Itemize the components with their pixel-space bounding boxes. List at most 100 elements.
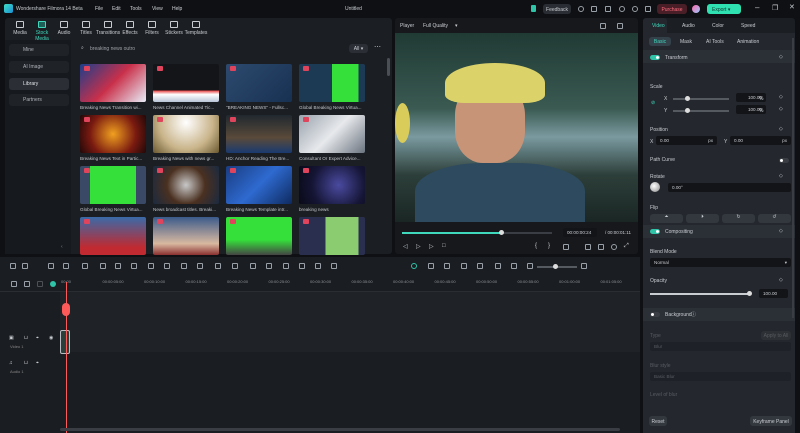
search-input[interactable]: breaking news outro (90, 46, 135, 52)
position-y-input[interactable]: 0.00 px (730, 136, 791, 145)
headset-icon[interactable] (632, 6, 638, 12)
menu-edit[interactable]: Edit (112, 6, 121, 12)
help-icon[interactable]: ⓘ (691, 311, 696, 318)
link-track-icon[interactable] (24, 281, 30, 287)
playhead-handle[interactable] (62, 303, 70, 316)
restore-icon[interactable]: ❐ (772, 4, 778, 12)
track-eye-icon[interactable]: ◉ (49, 335, 53, 341)
flip-horizontal-button[interactable]: ⏵ (686, 214, 719, 223)
speed-icon[interactable] (164, 263, 170, 269)
color-icon[interactable] (181, 263, 187, 269)
media-item[interactable]: "BREAKING NEWS" - Fullsc... (226, 64, 292, 110)
export-button[interactable]: Export ▾ (707, 4, 741, 14)
group-icon[interactable] (299, 263, 305, 269)
rotate-ccw-button[interactable]: ↺ (758, 214, 791, 223)
rotate-keyframe-icon[interactable]: ◇ (779, 173, 783, 179)
tab-templates[interactable]: Templates (183, 21, 209, 36)
layout-icon[interactable] (591, 6, 597, 12)
replace-icon[interactable] (477, 263, 483, 269)
scale-y-keyframe-icon[interactable]: ◇ (779, 106, 783, 112)
silence-icon[interactable] (428, 263, 434, 269)
quality-dropdown[interactable]: Full Quality ▾ (423, 23, 457, 29)
track-hide-icon[interactable]: ⌖ (36, 335, 39, 341)
undo-icon[interactable] (48, 263, 54, 269)
media-item[interactable]: HD: Anchor Reading The Bre... (226, 115, 292, 161)
status-icon[interactable] (578, 6, 584, 12)
track-lock-icon[interactable]: ⊔ (24, 335, 28, 341)
text-icon[interactable] (131, 263, 137, 269)
media-item[interactable]: Global Breaking News Virtua... (80, 166, 146, 212)
media-item[interactable]: Breaking News Text in Partic... (80, 115, 146, 161)
tab-video[interactable]: Video (652, 23, 665, 29)
purchase-button[interactable]: Purchase (657, 4, 687, 14)
media-item[interactable]: Breaking News Transition wi... (80, 64, 146, 110)
link-scale-icon[interactable]: ⊘ (651, 100, 655, 106)
avatar[interactable] (692, 5, 700, 13)
cloud-icon[interactable] (619, 6, 625, 12)
media-item[interactable]: Consultant Or Expert Advice... (299, 115, 365, 161)
voiceover-icon[interactable] (461, 263, 467, 269)
media-item[interactable]: News broadcast titles. Breaki... (153, 166, 219, 212)
prev-frame-icon[interactable]: ◁ (403, 243, 408, 250)
transform-keyframe-icon[interactable]: ◇ (779, 54, 783, 60)
position-keyframe-icon[interactable]: ◇ (779, 126, 783, 132)
media-item[interactable]: Breaking News Template intr... (226, 166, 292, 212)
subtab-mask[interactable]: Mask (680, 39, 692, 45)
audio-stretch-icon[interactable] (266, 263, 272, 269)
media-item[interactable]: Breaking News with news gr... (153, 115, 219, 161)
audio-icon[interactable] (611, 244, 617, 250)
sidebar-item-library[interactable]: Library (9, 78, 69, 90)
menu-help[interactable]: Help (172, 6, 182, 12)
audio-lock-icon[interactable]: ⊔ (24, 360, 28, 366)
media-item[interactable] (80, 217, 146, 255)
zoom-slider[interactable] (537, 264, 577, 269)
video-clip[interactable] (60, 330, 70, 354)
snap-icon[interactable] (37, 281, 43, 287)
play-icon[interactable]: ▷ (429, 243, 434, 250)
more-options-icon[interactable]: ⋯ (374, 43, 381, 51)
subtab-animation[interactable]: Animation (737, 39, 759, 45)
zoom-out-icon[interactable] (511, 263, 517, 269)
opacity-slider[interactable] (650, 291, 752, 296)
blend-mode-dropdown[interactable]: Normal ▾ (650, 258, 791, 267)
gift-icon[interactable] (531, 5, 536, 12)
compare-view-icon[interactable] (600, 23, 606, 29)
scale-y-slider[interactable] (673, 108, 729, 113)
camera-icon[interactable] (598, 244, 604, 250)
motion-icon[interactable] (215, 263, 221, 269)
play-back-icon[interactable]: ▷ (416, 243, 421, 250)
media-item[interactable] (299, 217, 365, 255)
sidebar-item-ai-image[interactable]: AI Image (9, 61, 69, 73)
opacity-input[interactable]: 100.00 (759, 289, 788, 298)
compositing-keyframe-icon[interactable]: ◇ (779, 228, 783, 234)
collapse-sidebar-icon[interactable]: ‹ (61, 244, 63, 250)
mark-in-icon[interactable]: { (535, 243, 537, 249)
timeline-scrollbar[interactable] (60, 428, 620, 431)
playback-progress[interactable] (402, 230, 552, 235)
menu-view[interactable]: View (152, 6, 163, 12)
tab-audio[interactable]: Audio (682, 23, 695, 29)
rotate-input[interactable]: 0.00° (668, 183, 791, 192)
blur-style-dropdown[interactable]: Basic Blur (650, 372, 791, 381)
opacity-keyframe-icon[interactable]: ◇ (779, 277, 783, 283)
layout-icon[interactable] (10, 263, 16, 269)
media-scrollbar[interactable] (387, 58, 390, 76)
stop-icon[interactable]: □ (442, 243, 446, 249)
insert-icon[interactable] (563, 244, 569, 250)
fit-icon[interactable] (250, 263, 256, 269)
subtab-basic[interactable]: Basic (649, 37, 671, 46)
redo-icon[interactable] (63, 263, 69, 269)
mark-out-icon[interactable]: } (548, 243, 550, 249)
beat-icon[interactable] (331, 263, 337, 269)
filter-dropdown[interactable]: All ▾ (349, 44, 368, 53)
cut-icon[interactable] (100, 263, 106, 269)
rotate-cw-button[interactable]: ↻ (722, 214, 755, 223)
snapshot-view-icon[interactable] (617, 23, 623, 29)
sidebar-item-partners[interactable]: Partners (9, 94, 69, 106)
search-bar[interactable]: ⌕ breaking news outro (78, 43, 358, 54)
mask-icon[interactable] (148, 263, 154, 269)
minimize-icon[interactable]: – (755, 3, 759, 12)
keyframe-panel-button[interactable]: Keyframe Panel (750, 416, 792, 426)
reset-button[interactable]: Reset (649, 416, 667, 426)
scale-x-slider[interactable] (673, 96, 729, 101)
